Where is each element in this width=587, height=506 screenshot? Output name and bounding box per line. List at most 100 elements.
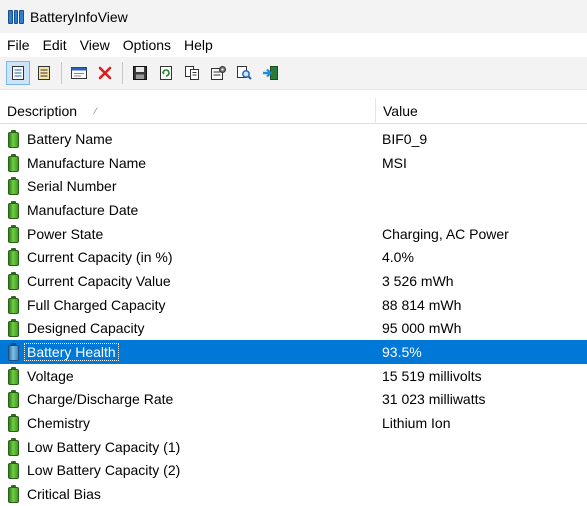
- description-label: Voltage: [27, 367, 74, 384]
- properties-button[interactable]: [206, 61, 230, 85]
- description-cell: Low Battery Capacity (1): [0, 437, 376, 456]
- menu-file[interactable]: File: [6, 37, 38, 53]
- battery-icon: [8, 437, 19, 456]
- toolbar-separator: [122, 62, 123, 84]
- list-row[interactable]: Voltage 15 519 millivolts: [0, 364, 587, 388]
- list-row[interactable]: Critical Bias: [0, 482, 587, 506]
- menu-bar: File Edit View Options Help: [0, 33, 587, 57]
- description-label: Manufacture Name: [27, 154, 147, 171]
- description-label: Battery Health: [24, 343, 119, 362]
- properties-icon: [210, 65, 227, 81]
- save-button[interactable]: [128, 61, 152, 85]
- html-report-icon: [10, 65, 26, 81]
- description-label: Serial Number: [27, 178, 117, 195]
- list-row[interactable]: Manufacture Name MSI: [0, 151, 587, 175]
- value-cell: 15 519 millivolts: [382, 367, 482, 384]
- list-row[interactable]: Battery Health 93.5%: [0, 340, 587, 364]
- list-row[interactable]: Battery Name BIF0_9: [0, 127, 587, 151]
- column-value-header[interactable]: Value: [376, 98, 418, 123]
- list-row[interactable]: Current Capacity (in %) 4.0%: [0, 245, 587, 269]
- description-cell: Manufacture Date: [0, 200, 376, 219]
- description-cell: Low Battery Capacity (2): [0, 461, 376, 480]
- battery-icon: [8, 319, 19, 338]
- description-cell: Power State: [0, 224, 376, 243]
- column-description-label: Description: [7, 102, 78, 119]
- description-cell: Battery Name: [0, 129, 376, 148]
- column-value-label: Value: [383, 102, 418, 119]
- menu-help[interactable]: Help: [183, 37, 221, 53]
- battery-icon: [8, 366, 19, 385]
- description-label: Low Battery Capacity (2): [27, 462, 181, 479]
- list-row[interactable]: Manufacture Date: [0, 198, 587, 222]
- toolbar: [0, 57, 587, 90]
- list-row[interactable]: Serial Number: [0, 174, 587, 198]
- battery-icon: [8, 390, 19, 409]
- menu-options[interactable]: Options: [122, 37, 179, 53]
- description-cell: Manufacture Name: [0, 153, 376, 172]
- description-cell: Voltage: [0, 366, 376, 385]
- refresh-button[interactable]: [154, 61, 178, 85]
- value-cell: 88 814 mWh: [382, 296, 462, 313]
- value-cell: Charging, AC Power: [382, 225, 509, 242]
- description-label: Battery Name: [27, 130, 113, 147]
- battery-icon: [8, 485, 19, 504]
- list-row[interactable]: Full Charged Capacity 88 814 mWh: [0, 293, 587, 317]
- description-label: Critical Bias: [27, 486, 101, 503]
- description-label: Full Charged Capacity: [27, 296, 166, 313]
- description-cell: Critical Bias: [0, 485, 376, 504]
- properties-window-button[interactable]: [67, 61, 91, 85]
- list-row[interactable]: Chemistry Lithium Ion: [0, 411, 587, 435]
- window-title: BatteryInfoView: [30, 8, 128, 25]
- value-cell: 4.0%: [382, 249, 414, 266]
- battery-icon: [8, 343, 19, 362]
- exit-icon: [262, 65, 279, 81]
- value-cell: Lithium Ion: [382, 415, 451, 432]
- text-report-button[interactable]: [32, 61, 56, 85]
- description-cell: Charge/Discharge Rate: [0, 390, 376, 409]
- battery-icon: [8, 153, 19, 172]
- menu-edit[interactable]: Edit: [42, 37, 75, 53]
- list-row[interactable]: Charge/Discharge Rate 31 023 milliwatts: [0, 388, 587, 412]
- battery-icon: [8, 295, 19, 314]
- battery-icon: [8, 224, 19, 243]
- value-cell: 95 000 mWh: [382, 320, 462, 337]
- toolbar-separator: [61, 62, 62, 84]
- description-label: Current Capacity (in %): [27, 249, 173, 266]
- column-description-header[interactable]: Description ⁄: [0, 98, 376, 123]
- description-label: Low Battery Capacity (1): [27, 438, 181, 455]
- find-icon: [236, 65, 253, 81]
- exit-button[interactable]: [258, 61, 282, 85]
- value-cell: BIF0_9: [382, 130, 428, 147]
- battery-info-list: Battery Name BIF0_9 Manufacture Name MSI Ser…: [0, 127, 587, 506]
- description-cell: Battery Health: [0, 343, 376, 362]
- list-row[interactable]: Power State Charging, AC Power: [0, 222, 587, 246]
- description-label: Current Capacity Value: [27, 272, 171, 289]
- copy-icon: [184, 65, 200, 81]
- description-cell: Designed Capacity: [0, 319, 376, 338]
- menu-view[interactable]: View: [79, 37, 118, 53]
- list-row[interactable]: Low Battery Capacity (1): [0, 435, 587, 459]
- description-label: Chemistry: [27, 415, 91, 432]
- column-header: Description ⁄ Value: [0, 98, 587, 124]
- description-cell: Current Capacity (in %): [0, 248, 376, 267]
- battery-icon: [8, 414, 19, 433]
- list-row[interactable]: Current Capacity Value 3 526 mWh: [0, 269, 587, 293]
- battery-icon: [8, 461, 19, 480]
- title-bar: BatteryInfoView: [0, 0, 587, 33]
- description-cell: Serial Number: [0, 177, 376, 196]
- list-row[interactable]: Low Battery Capacity (2): [0, 459, 587, 483]
- description-label: Charge/Discharge Rate: [27, 391, 174, 408]
- html-report-button[interactable]: [6, 61, 30, 85]
- save-icon: [132, 65, 148, 81]
- description-label: Power State: [27, 225, 104, 242]
- value-cell: 31 023 milliwatts: [382, 391, 486, 408]
- battery-icon: [8, 129, 19, 148]
- delete-button[interactable]: [93, 61, 117, 85]
- value-cell: 93.5%: [382, 344, 422, 361]
- copy-button[interactable]: [180, 61, 204, 85]
- value-cell: 3 526 mWh: [382, 272, 454, 289]
- description-cell: Chemistry: [0, 414, 376, 433]
- find-button[interactable]: [232, 61, 256, 85]
- list-row[interactable]: Designed Capacity 95 000 mWh: [0, 317, 587, 341]
- sort-arrow-icon: ⁄: [95, 105, 97, 116]
